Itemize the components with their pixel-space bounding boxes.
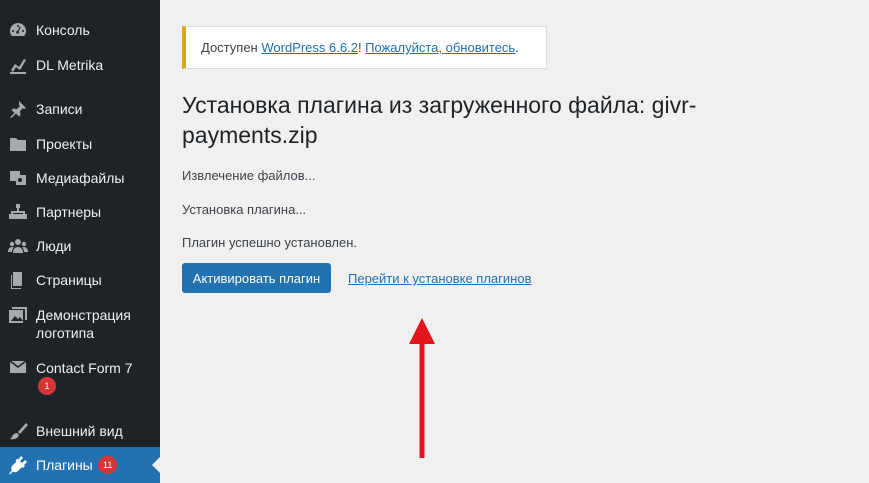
plugin-icon [8,455,28,475]
dashboard-icon [8,20,28,40]
active-indicator [152,457,160,473]
sidebar-item-people[interactable]: Люди [0,236,160,256]
sidebar-item-label: Contact Form 7 [36,360,133,376]
sidebar-item-appearance[interactable]: Внешний вид [0,421,160,441]
go-to-plugin-install-link[interactable]: Перейти к установке плагинов [348,271,531,286]
update-notice: Доступен WordPress 6.6.2! Пожалуйста, об… [182,26,547,69]
sidebar-item-label: Проекты [36,136,93,152]
update-link[interactable]: Пожалуйста, обновитесь [365,40,515,55]
sidebar-item-dl-metrika[interactable]: DL Metrika [0,55,160,75]
gallery-icon [8,305,28,325]
sidebar-item-label: Демонстрация [36,307,131,323]
sidebar-item-contact-form-7[interactable]: Contact Form 7 1 [0,357,160,397]
sidebar-item-label: Консоль [36,22,90,38]
sidebar-item-label: DL Metrika [36,57,104,73]
brush-icon [8,421,28,441]
log-line-extract: Извлечение файлов... [182,168,316,183]
chart-icon [8,55,28,75]
notice-text-suffix: . [515,40,519,55]
wordpress-version-link[interactable]: WordPress 6.6.2 [261,40,358,55]
sidebar-item-partners[interactable]: Партнеры [0,202,160,222]
people-icon [8,236,28,256]
sidebar-item-label: Партнеры [36,204,102,220]
folder-icon [8,134,28,154]
sidebar-item-logo-showcase[interactable]: Демонстрация логотипа [0,305,160,343]
pages-icon [8,270,28,290]
sidebar-item-label: Внешний вид [36,423,123,439]
log-line-install: Установка плагина... [182,202,307,217]
sidebar-item-plugins[interactable]: Плагины 11 [0,447,160,483]
activate-plugin-button[interactable]: Активировать плагин [182,263,331,293]
sidebar-item-label: Страницы [36,272,102,288]
page-title: Установка плагина из загруженного файла:… [182,92,697,148]
sidebar-item-label: Плагины [36,457,93,473]
notification-badge: 1 [38,377,56,395]
annotation-arrow [409,318,435,458]
pin-icon [8,99,28,119]
sidebar-item-label: Медиафайлы [36,170,125,186]
log-line-success: Плагин успешно установлен. [182,235,358,250]
sidebar-item-label-line2: логотипа [36,325,94,341]
sidebar-item-pages[interactable]: Страницы [0,270,160,290]
main-content: Доступен WordPress 6.6.2! Пожалуйста, об… [160,0,869,483]
sidebar-item-label: Люди [36,238,72,254]
mail-icon [8,357,28,377]
sidebar-item-media[interactable]: Медиафайлы [0,168,160,188]
hierarchy-icon [8,202,28,222]
notice-text: Доступен [201,40,262,55]
sidebar-item-label: Записи [36,101,83,117]
sidebar-item-posts[interactable]: Записи [0,99,160,119]
admin-sidebar: Консоль DL Metrika Записи Проекты Медиаф… [0,0,160,483]
notification-badge: 11 [98,456,118,474]
media-icon [8,168,28,188]
sidebar-item-projects[interactable]: Проекты [0,134,160,154]
sidebar-item-console[interactable]: Консоль [0,20,160,40]
